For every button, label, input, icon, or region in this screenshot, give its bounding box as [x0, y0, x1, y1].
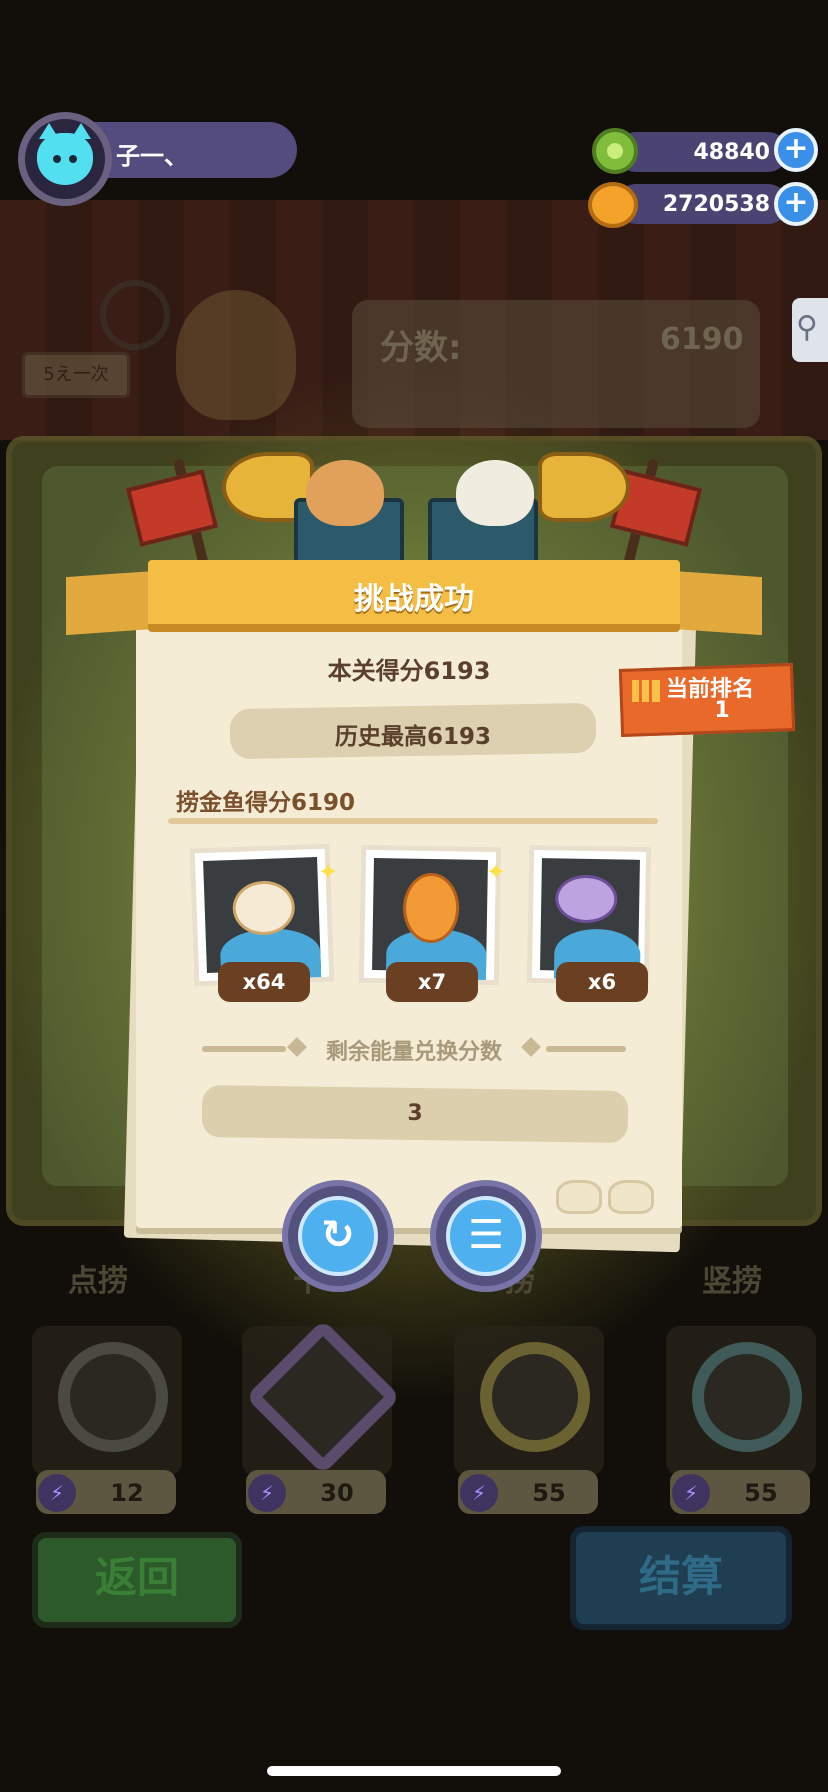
energy-icon: ⚡ — [460, 1474, 498, 1512]
replay-button[interactable]: ↻ — [282, 1180, 394, 1292]
catch-count: x64 — [218, 962, 310, 1002]
stage-sign: 5え一次 — [22, 352, 130, 398]
helmet-fish-icon — [554, 874, 618, 924]
energy-label: 剩余能量兑换分数 — [325, 1040, 502, 1065]
net-icon — [58, 1342, 168, 1452]
gold-coin-value: 2720538 — [662, 192, 770, 217]
tool-label: 点捞 — [68, 1264, 128, 1299]
home-indicator[interactable] — [267, 1766, 561, 1776]
list-icon: ☰ — [446, 1196, 526, 1276]
horizontal-net-icon — [480, 1342, 590, 1452]
orange-cat-icon — [306, 460, 384, 526]
cat-character — [176, 290, 296, 420]
trumpet-icon — [538, 452, 630, 522]
stage-score: 本关得分6193 — [327, 657, 491, 685]
tool-cost: 55 — [744, 1479, 778, 1507]
back-button[interactable]: 返回 — [32, 1532, 242, 1628]
cat-paw-icon — [608, 1180, 654, 1214]
energy-icon: ⚡ — [248, 1474, 286, 1512]
cat-paw-icon — [556, 1180, 602, 1214]
score-label: 分数: — [380, 328, 462, 368]
sparkle-icon: ✦ — [486, 858, 507, 886]
ribbon-tail — [672, 570, 762, 636]
catch-count: x7 — [386, 962, 478, 1002]
fish-score: 捞金鱼得分6190 — [176, 790, 356, 816]
vertical-net-icon — [692, 1342, 802, 1452]
energy-value: 3 — [407, 1101, 423, 1126]
green-coin-icon — [592, 128, 638, 174]
catch-count: x6 — [556, 962, 648, 1002]
black-cat-icon — [456, 460, 534, 526]
player-name: 子一、 — [116, 142, 188, 170]
replay-icon: ↻ — [298, 1196, 378, 1276]
rank-value: 1 — [714, 698, 730, 723]
divider — [202, 1046, 286, 1052]
share-icon[interactable] — [792, 298, 828, 362]
ribbon-tail — [66, 570, 156, 636]
tools-row: 点捞 ⚡ 12 十 ⚡ 30 捞 ⚡ 55 竖捞 ⚡ 55 — [0, 1250, 828, 1540]
sparkle-icon: ✦ — [318, 858, 339, 886]
energy-icon: ⚡ — [38, 1474, 76, 1512]
add-green-coin-button[interactable]: + — [774, 128, 818, 172]
cat-avatar-icon[interactable] — [18, 112, 112, 206]
white-goldfish-icon — [231, 879, 296, 936]
green-coin-value: 48840 — [693, 140, 770, 165]
dialog-title: 挑战成功 — [354, 582, 474, 617]
tool-label: 竖捞 — [702, 1264, 762, 1299]
net-icon — [100, 280, 170, 350]
energy-icon: ⚡ — [672, 1474, 710, 1512]
divider — [168, 818, 658, 824]
tool-cost: 30 — [320, 1479, 354, 1507]
tool-cost: 12 — [110, 1479, 144, 1507]
score-value: 6190 — [660, 322, 744, 357]
tool-cost: 55 — [532, 1479, 566, 1507]
add-gold-coin-button[interactable]: + — [774, 182, 818, 226]
ranking-list-button[interactable]: ☰ — [430, 1180, 542, 1292]
settle-button[interactable]: 结算 — [570, 1526, 792, 1630]
best-score: 历史最高6193 — [334, 724, 491, 750]
divider — [546, 1046, 626, 1052]
gold-coin-icon — [588, 182, 638, 228]
